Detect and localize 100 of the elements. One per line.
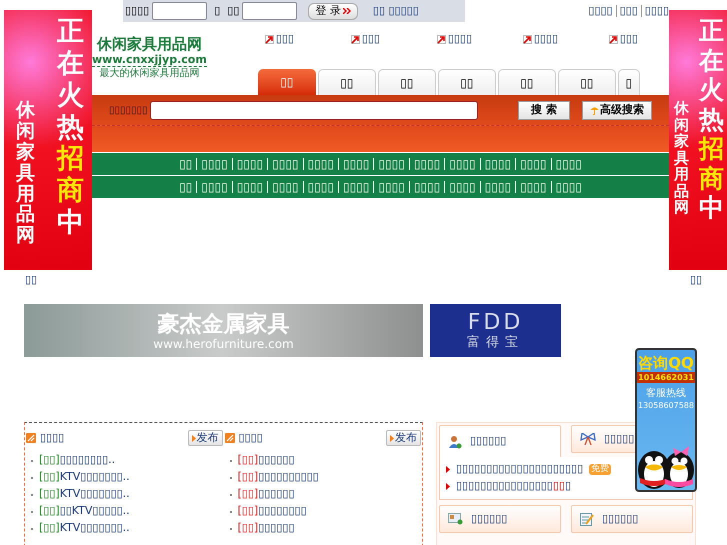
password-field[interactable] [242, 2, 298, 20]
category-link[interactable]: ▯▯▯▯ [272, 178, 299, 196]
feed-icon [26, 433, 36, 443]
nav-tab[interactable]: ▯▯ [498, 69, 556, 95]
category-tag[interactable]: [▯▯] [238, 452, 258, 469]
top-link[interactable]: ▯▯▯▯ [644, 2, 669, 20]
nav-tab[interactable]: ▯▯ [438, 69, 496, 95]
top-link[interactable]: ▯▯▯▯ [588, 2, 613, 20]
triangle-icon [390, 434, 394, 442]
notepad-icon [580, 512, 594, 526]
category-tag[interactable]: [▯▯] [238, 469, 258, 486]
qq-chat-popup[interactable]: 咨询QQ 1014662031 客服热线 13058607588 [635, 348, 697, 492]
category-link[interactable]: ▯▯ [179, 155, 192, 173]
category-tag[interactable]: [▯▯] [39, 486, 60, 503]
banner-subtitle: 休闲家具用品网 [674, 100, 689, 216]
category-link[interactable]: ▯▯▯▯ [201, 155, 228, 173]
user-icon [448, 434, 462, 448]
quick-link[interactable]: ▯▯▯ [264, 31, 294, 48]
quick-link[interactable]: ▯▯▯ [350, 31, 380, 48]
site-title: 休闲家具用品网 [96, 36, 202, 53]
category-link[interactable]: ▯▯▯▯ [272, 155, 299, 173]
banner-subtitle: 休闲家具用品网 [16, 100, 35, 246]
login-button[interactable]: 登 录 [308, 2, 358, 20]
free-badge: 免费 [589, 464, 612, 475]
triangle-icon [192, 434, 196, 442]
category-link[interactable]: ▯▯▯▯ [556, 178, 582, 196]
advanced-search-button[interactable]: 高级搜索 [582, 100, 652, 120]
category-link[interactable]: ▯▯▯▯ [520, 155, 546, 173]
triangle-icon [446, 466, 450, 473]
listing-link[interactable]: KTV▯▯▯▯▯▯▯.. [60, 469, 130, 486]
service-link[interactable]: ▯▯▯▯▯▯▯▯▯▯▯▯▯▯▯▯▯▯▯▯▯ [456, 461, 584, 478]
register-link[interactable]: ▯▯ ▯▯▯▯▯ [372, 2, 419, 20]
username-label: ▯▯▯▯ [125, 2, 150, 19]
category-link[interactable]: ▯▯▯▯ [414, 155, 440, 173]
category-link[interactable]: ▯▯▯▯ [520, 178, 546, 196]
quick-link[interactable]: ▯▯▯▯ [436, 31, 472, 48]
listing-link[interactable]: ▯▯▯▯▯▯▯▯.. [60, 452, 116, 469]
ad-brand: FDD [468, 310, 524, 334]
password-label: ▯▯ [227, 2, 240, 19]
section-title: ▯▯▯▯ [238, 430, 263, 446]
category-link[interactable]: ▯▯▯▯ [414, 178, 440, 196]
listing-link[interactable]: ▯▯▯▯▯▯ [258, 520, 295, 537]
category-tag[interactable]: [▯▯] [238, 503, 258, 520]
category-link[interactable]: ▯▯▯▯ [378, 155, 405, 173]
listing-link[interactable]: KTV▯▯▯▯▯▯▯.. [60, 486, 130, 503]
category-link[interactable]: ▯▯▯▯ [484, 178, 512, 196]
banner-headline: 正在火热 招商 中 [57, 16, 84, 240]
category-tag[interactable]: [▯▯] [39, 520, 60, 537]
top-link[interactable]: ▯▯▯ [620, 2, 638, 20]
triangle-icon [446, 483, 450, 490]
service-tab[interactable]: ▯▯▯▯▯▯ [439, 505, 561, 533]
category-link[interactable]: ▯▯▯▯ [484, 155, 512, 173]
category-tag[interactable]: [▯▯] [39, 452, 60, 469]
service-tab[interactable]: ▯▯▯▯▯▯ [439, 425, 561, 457]
nav-tab[interactable]: ▯▯ [378, 69, 436, 95]
category-link[interactable]: ▯▯▯▯ [556, 155, 582, 173]
quick-link[interactable]: ▯▯▯ [608, 31, 638, 48]
qq-title: 咨询QQ [638, 354, 694, 372]
listing-link[interactable]: ▯▯▯▯▯▯ [258, 452, 295, 469]
search-button[interactable]: 搜 索 [518, 100, 570, 120]
category-link[interactable]: ▯▯▯▯ [201, 178, 228, 196]
category-link[interactable]: ▯▯▯▯ [449, 155, 476, 173]
search-label: ▯▯▯▯▯▯▯ [109, 104, 148, 118]
username-field[interactable] [152, 2, 208, 20]
nav-tab[interactable]: ▯ [618, 69, 640, 95]
ad-banner[interactable]: FDD 富得宝 [430, 304, 561, 357]
listing-link[interactable]: ▯▯▯▯▯▯ [258, 486, 295, 503]
category-link[interactable]: ▯▯▯▯ [378, 178, 405, 196]
banner-headline: 正在火热 招商 中 [699, 16, 724, 222]
category-link[interactable]: ▯▯▯▯ [308, 155, 334, 173]
banner-caption[interactable]: ▯▯ [690, 272, 702, 288]
category-link[interactable]: ▯▯▯▯ [342, 155, 370, 173]
category-link[interactable]: ▯▯▯▯ [342, 178, 370, 196]
listing-link[interactable]: KTV▯▯▯▯▯▯▯.. [60, 520, 130, 537]
banner-caption[interactable]: ▯▯ [25, 272, 38, 288]
category-link[interactable]: ▯▯▯▯ [308, 178, 334, 196]
publish-button[interactable]: 发布 [386, 430, 421, 446]
category-link[interactable]: ▯▯▯▯ [449, 178, 476, 196]
ad-name: 富得宝 [467, 334, 524, 350]
feed-icon [224, 433, 234, 443]
category-tag[interactable]: [▯▯] [39, 503, 60, 520]
nav-tab[interactable]: ▯▯ [318, 69, 376, 95]
category-link[interactable]: ▯▯ [179, 178, 192, 196]
search-field[interactable] [150, 100, 478, 120]
nav-tab[interactable]: ▯▯ [558, 69, 616, 95]
category-link[interactable]: ▯▯▯▯ [236, 155, 264, 173]
listing-link[interactable]: ▯▯▯▯▯▯▯▯▯▯ [258, 469, 319, 486]
category-link[interactable]: ▯▯▯▯ [236, 178, 264, 196]
ad-url: www.herofurniture.com [153, 336, 294, 350]
nav-tab[interactable]: ▯▯ [258, 69, 316, 95]
quick-link[interactable]: ▯▯▯▯ [522, 31, 558, 48]
category-tag[interactable]: [▯▯] [238, 486, 258, 503]
umbrella-icon [590, 106, 600, 114]
category-tag[interactable]: [▯▯] [238, 520, 258, 537]
category-tag[interactable]: [▯▯] [39, 469, 60, 486]
service-tab[interactable]: ▯▯▯▯▯▯ [571, 505, 693, 533]
service-link[interactable]: ▯▯▯▯▯▯▯▯▯▯▯▯▯▯▯▯▯▯▯ [456, 478, 572, 495]
listing-link[interactable]: ▯▯KTV▯▯▯▯▯.. [60, 503, 130, 520]
listing-link[interactable]: ▯▯▯▯▯▯▯▯ [258, 503, 307, 520]
publish-button[interactable]: 发布 [188, 430, 222, 446]
